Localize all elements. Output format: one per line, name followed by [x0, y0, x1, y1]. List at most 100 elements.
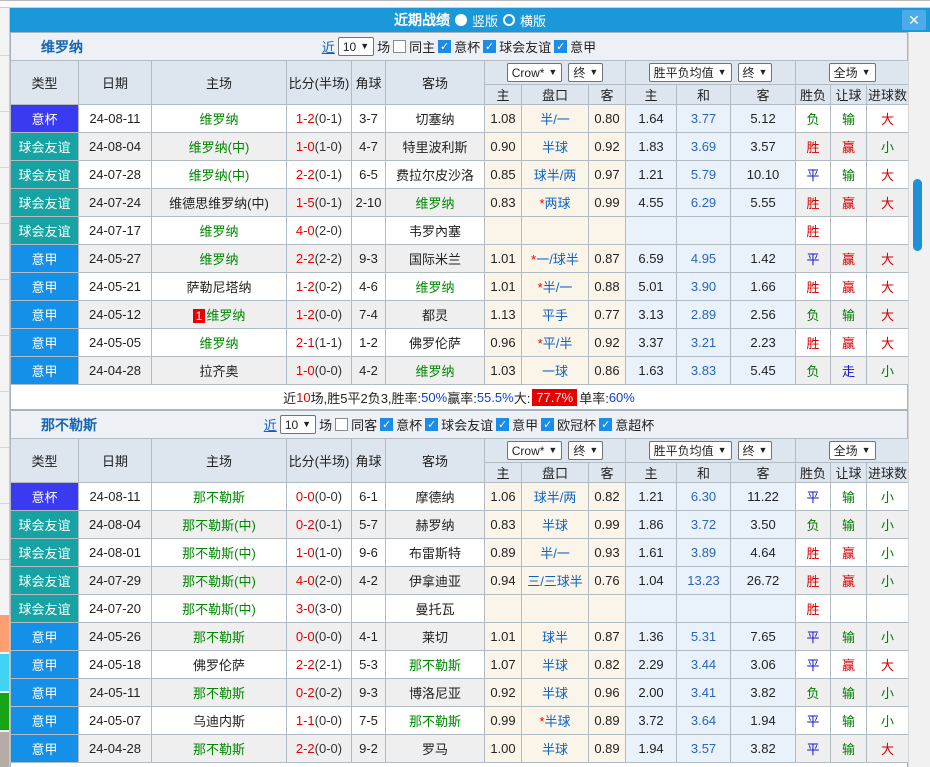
- league-label-0[interactable]: 意杯: [396, 415, 422, 434]
- scrollbar-thumb[interactable]: [913, 179, 922, 251]
- euro-away-odds: 1.66: [730, 272, 797, 301]
- league-label-4[interactable]: 意超杯: [615, 415, 654, 434]
- match-count-select-value: 10: [342, 39, 357, 54]
- match-date: 24-08-01: [78, 538, 152, 567]
- corners: 2-10: [351, 188, 386, 217]
- result-cell: 胜: [795, 188, 832, 217]
- euro-draw-odds: 3.77: [676, 104, 732, 133]
- scrollbar-track[interactable]: [908, 32, 930, 767]
- final-select-1[interactable]: 终 ▼: [568, 441, 604, 460]
- home-team: 那不勒斯: [151, 734, 287, 763]
- handicap-line: 半球: [521, 510, 589, 539]
- near-link[interactable]: 近: [264, 415, 277, 434]
- company-select[interactable]: Crow* ▼: [506, 441, 563, 460]
- scope-select[interactable]: 全场 ▼: [828, 63, 876, 82]
- league-label-1[interactable]: 球会友谊: [441, 415, 493, 434]
- sub-header-5: 客: [730, 462, 797, 483]
- same-venue-checkbox[interactable]: [335, 418, 349, 431]
- handicap-line: *一/球半: [521, 244, 589, 273]
- corners: 5-7: [351, 510, 386, 539]
- col-header-1: 日期: [78, 60, 152, 105]
- near-link[interactable]: 近: [322, 37, 335, 56]
- handicap-away-odds: 0.86: [587, 356, 627, 385]
- horizontal-layout-radio[interactable]: [503, 14, 515, 26]
- odds-company-header: Crow* ▼ 终 ▼: [483, 60, 627, 85]
- corners: 4-6: [351, 272, 386, 301]
- score: 1-2(0-2): [286, 272, 352, 301]
- company-select[interactable]: Crow* ▼: [506, 63, 563, 82]
- sub-header-8: 进球数: [866, 84, 910, 105]
- league-label-3[interactable]: 欧冠杯: [557, 415, 596, 434]
- result-cell: 平: [795, 650, 832, 679]
- euro-draw-odds: 3.57: [676, 734, 732, 763]
- league-checkbox-0[interactable]: [438, 40, 452, 53]
- goals-result-cell: 小: [866, 510, 910, 539]
- same-venue-label[interactable]: 同主: [409, 37, 435, 56]
- match-date: 24-05-27: [78, 244, 152, 273]
- corners: 3-7: [351, 104, 386, 133]
- league-label-0[interactable]: 意杯: [454, 37, 480, 56]
- final-select-1[interactable]: 终 ▼: [568, 63, 604, 82]
- same-venue-checkbox[interactable]: [393, 40, 407, 53]
- vertical-layout-label[interactable]: 竖版: [472, 11, 498, 30]
- league-checkbox-0[interactable]: [380, 418, 394, 431]
- table-row: 意甲 24-05-21 萨勒尼塔纳 1-2(0-2) 4-6 维罗纳 1.01 *半/一 0.8…: [10, 272, 910, 301]
- match-date: 24-04-28: [78, 734, 152, 763]
- league-label-2[interactable]: 意甲: [570, 37, 596, 56]
- league-checkbox-2[interactable]: [496, 418, 510, 431]
- euro-away-odds: 1.42: [730, 244, 797, 273]
- handicap-home-odds: 1.13: [484, 300, 522, 329]
- handicap-line: *半球: [521, 706, 589, 735]
- final-select-1-value: 终: [573, 66, 586, 80]
- match-count-select[interactable]: 10 ▼: [337, 37, 375, 56]
- handicap-home-odds: 0.89: [484, 538, 522, 567]
- handicap-home-odds: 1.03: [484, 356, 522, 385]
- match-date: 24-07-17: [78, 216, 152, 245]
- euro-away-odds: 2.23: [730, 328, 797, 357]
- home-team-name: 维罗纳: [199, 224, 239, 239]
- league-checkbox-2[interactable]: [554, 40, 568, 53]
- wdl-average-select[interactable]: 胜平负均值 ▼: [648, 441, 732, 460]
- home-team-name: 维罗纳: [206, 308, 246, 323]
- goals-result-cell: 大: [866, 272, 910, 301]
- euro-draw-odds: 3.69: [676, 132, 732, 161]
- home-team: 维罗纳(中): [151, 160, 287, 189]
- corners: 6-1: [351, 482, 386, 511]
- corners: 1-2: [351, 328, 386, 357]
- league-label-1[interactable]: 球会友谊: [499, 37, 551, 56]
- table-row: 意甲 24-05-12 1 维罗纳 1-2(0-0) 7-4 都灵 1.13 平手 0.77 3.1…: [10, 300, 910, 329]
- horizontal-layout-label[interactable]: 横版: [520, 11, 546, 30]
- close-icon[interactable]: ✕: [902, 10, 926, 30]
- match-date: 24-07-20: [78, 594, 152, 623]
- euro-home-odds: 6.59: [625, 244, 678, 273]
- col-header-4: 角球: [351, 438, 386, 483]
- match-date: 24-05-11: [78, 678, 152, 707]
- scope-select[interactable]: 全场 ▼: [828, 441, 876, 460]
- league-label-2[interactable]: 意甲: [512, 415, 538, 434]
- home-team: 那不勒斯: [151, 482, 287, 511]
- league-checkbox-1[interactable]: [483, 40, 497, 53]
- same-venue-label[interactable]: 同客: [351, 415, 377, 434]
- league-checkbox-4[interactable]: [599, 418, 613, 431]
- league-checkbox-3[interactable]: [541, 418, 555, 431]
- fulltime-score: 4-0: [295, 573, 315, 588]
- filter-controls: 近10▼场同客意杯球会友谊意甲欧冠杯意超杯: [11, 415, 907, 434]
- wdl-average-select[interactable]: 胜平负均值 ▼: [648, 63, 732, 82]
- goals-result-cell: 小: [866, 678, 910, 707]
- score: 2-1(1-1): [286, 328, 352, 357]
- final-select-2[interactable]: 终 ▼: [737, 63, 773, 82]
- league-checkbox-1[interactable]: [425, 418, 439, 431]
- handicap-result-cell: 赢: [830, 328, 868, 357]
- home-team-name: 那不勒斯: [192, 742, 245, 757]
- vertical-layout-radio[interactable]: [454, 14, 467, 26]
- sub-header-8: 进球数: [866, 462, 910, 483]
- handicap-result-cell: 赢: [830, 272, 868, 301]
- euro-away-odds: 5.12: [730, 104, 797, 133]
- handicap-away-odds: 0.93: [587, 538, 627, 567]
- final-select-2[interactable]: 终 ▼: [737, 441, 773, 460]
- company-select-value: Crow*: [511, 65, 545, 80]
- halftime-score: (1-0): [314, 139, 343, 154]
- handicap-result-cell: 赢: [830, 132, 868, 161]
- handicap-result-cell: 输: [830, 160, 868, 189]
- match-count-select[interactable]: 10 ▼: [279, 415, 317, 434]
